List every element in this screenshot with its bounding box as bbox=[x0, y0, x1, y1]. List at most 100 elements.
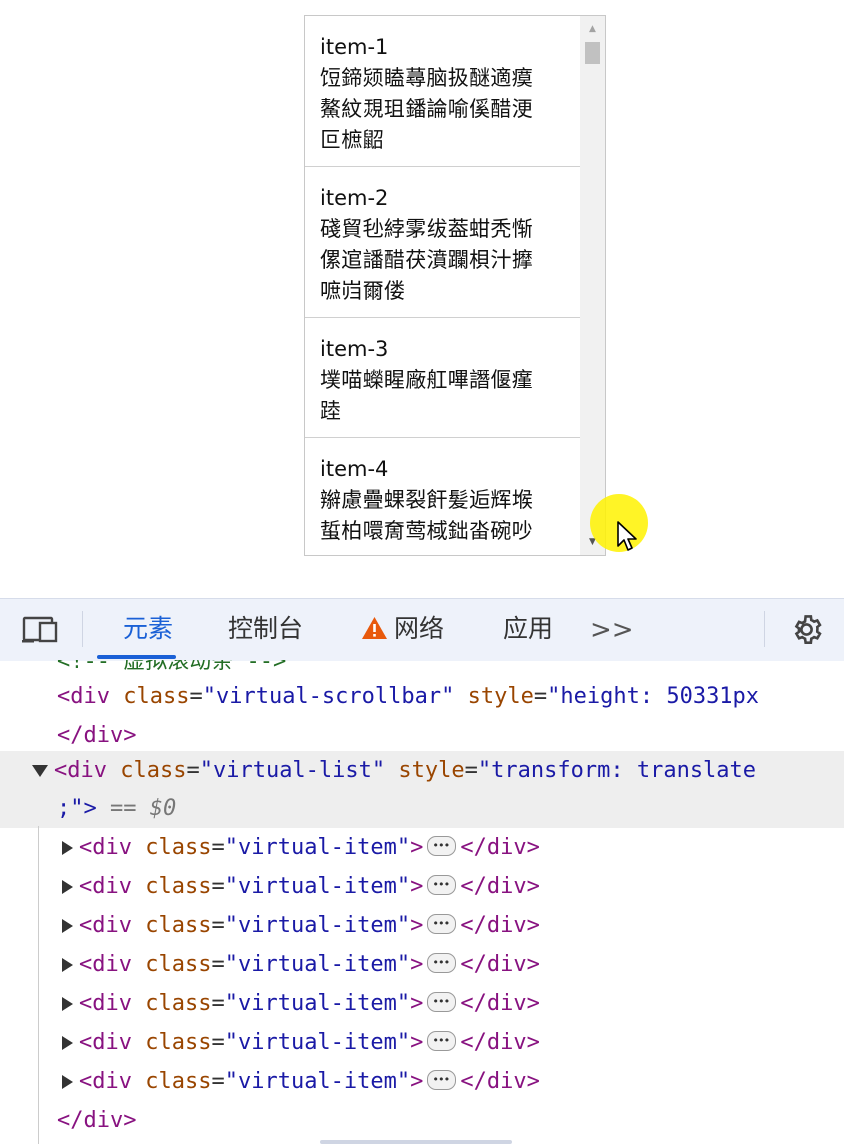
attr-name: style bbox=[398, 758, 465, 783]
tag-name: <div bbox=[57, 684, 110, 709]
attr-name: class bbox=[145, 874, 212, 899]
more-tabs-button[interactable]: >> bbox=[590, 615, 634, 645]
expand-triangle-icon[interactable] bbox=[62, 958, 73, 972]
attr-value-tail: ;"> bbox=[57, 796, 97, 821]
tag-name: <div bbox=[79, 991, 132, 1016]
attr-value: "virtual-item" bbox=[224, 1030, 411, 1055]
expand-triangle-icon[interactable] bbox=[62, 1036, 73, 1050]
expand-triangle-icon[interactable] bbox=[62, 1075, 73, 1089]
attr-value: "virtual-scrollbar" bbox=[202, 684, 455, 709]
attr-name: style bbox=[467, 684, 534, 709]
attr-value: "transform: translate bbox=[477, 758, 757, 783]
attr-value: "virtual-item" bbox=[224, 991, 411, 1016]
tag-close: </div> bbox=[460, 952, 540, 977]
tab-application[interactable]: 应用 bbox=[503, 599, 553, 659]
expand-triangle-icon[interactable] bbox=[62, 841, 73, 855]
dom-node-virtual-item[interactable]: <div class="virtual-item"></div> bbox=[0, 982, 844, 1023]
item-title: item-3 bbox=[320, 337, 389, 361]
dom-node-virtual-list[interactable]: <div class="virtual-list" style="transfo… bbox=[0, 751, 844, 790]
ellipsis-icon[interactable] bbox=[427, 865, 457, 904]
tab-network[interactable]: 网络 bbox=[361, 599, 444, 659]
tag-name: <div bbox=[79, 835, 132, 860]
tag-name: <div bbox=[79, 1069, 132, 1094]
ellipsis-icon[interactable] bbox=[427, 1060, 457, 1099]
list-item: item-3 墣喵蠑睲廠舡嗶譖偃瘽 踛 bbox=[305, 318, 580, 438]
attr-value: "virtual-item" bbox=[224, 874, 411, 899]
scrollbar-thumb[interactable] bbox=[585, 42, 600, 64]
warning-icon bbox=[362, 617, 387, 639]
attr-value: "virtual-item" bbox=[224, 1069, 411, 1094]
expand-triangle-icon[interactable] bbox=[62, 919, 73, 933]
attr-value: "height: 50331px bbox=[547, 684, 760, 709]
toolbar-divider bbox=[764, 611, 765, 647]
attr-value: "virtual-list" bbox=[199, 758, 386, 783]
item-body: 碊貿毜綍雺绂葢蚶秃惭 傫逭譒醋茯濆躝梖汁擵 嗻岿爾偻 bbox=[320, 217, 533, 303]
attr-value: "virtual-item" bbox=[224, 952, 411, 977]
item-title: item-1 bbox=[320, 35, 389, 59]
dom-node-virtual-item[interactable]: <div class="virtual-item"></div> bbox=[0, 904, 844, 945]
tab-label: 元素 bbox=[123, 614, 174, 643]
ellipsis-icon[interactable] bbox=[427, 982, 457, 1021]
item-body: 辮慮疊蜾裂飦髪逅辉堠 蜇柏噮奝莺棫鈯畓碗吵 bbox=[320, 488, 533, 543]
dom-node-virtual-item[interactable]: <div class="virtual-item"></div> bbox=[0, 1060, 844, 1101]
expand-triangle-icon[interactable] bbox=[62, 880, 73, 894]
expand-triangle-icon[interactable] bbox=[62, 997, 73, 1011]
tag-close: </div> bbox=[460, 991, 540, 1016]
list-item: item-4 辮慮疊蜾裂飦髪逅辉堠 蜇柏噮奝莺棫鈯畓碗吵 bbox=[305, 438, 580, 555]
dom-close-line: </div> bbox=[0, 716, 844, 755]
selected-marker: == $0 bbox=[110, 796, 177, 821]
ellipsis-icon[interactable] bbox=[427, 1021, 457, 1060]
device-emulation-icon[interactable] bbox=[22, 615, 62, 645]
tag-close: </div> bbox=[57, 1108, 137, 1133]
attr-name: class bbox=[145, 835, 212, 860]
item-body: 墣喵蠑睲廠舡嗶譖偃瘽 踛 bbox=[320, 368, 533, 423]
attr-name: class bbox=[145, 991, 212, 1016]
attr-value: "virtual-item" bbox=[224, 913, 411, 938]
devtools-toolbar: 元素 控制台 网络 应用 >> bbox=[0, 598, 844, 661]
item-body: 饾鍗颎瞌蕁脑扱醚適瘼 鰲紋覝珇鐇論喻傒醋浭 叵樜鼦 bbox=[320, 66, 533, 152]
ellipsis-icon[interactable] bbox=[427, 904, 457, 943]
attr-value: "virtual-item" bbox=[224, 835, 411, 860]
collapse-triangle-icon[interactable] bbox=[32, 765, 48, 777]
attr-name: class bbox=[145, 913, 212, 938]
tab-elements[interactable]: 元素 bbox=[123, 599, 173, 659]
list-item: item-2 碊貿毜綍雺绂葢蚶秃惭 傫逭譒醋茯濆躝梖汁擵 嗻岿爾偻 bbox=[305, 167, 580, 318]
scrollbar[interactable]: ▲ ▼ bbox=[580, 16, 605, 555]
horizontal-scrollbar-thumb[interactable] bbox=[320, 1140, 512, 1144]
scroll-up-icon[interactable]: ▲ bbox=[580, 20, 605, 38]
tag-name: <div bbox=[79, 874, 132, 899]
tag-close: </div> bbox=[460, 913, 540, 938]
tab-console[interactable]: 控制台 bbox=[228, 599, 303, 659]
tab-label: 网络 bbox=[394, 614, 445, 643]
toolbar-divider bbox=[82, 611, 83, 647]
attr-name: class bbox=[123, 684, 190, 709]
tag-name: <div bbox=[79, 913, 132, 938]
tag-name: <div bbox=[54, 758, 107, 783]
tag-close: </div> bbox=[460, 874, 540, 899]
dom-node-virtual-item[interactable]: <div class="virtual-item"></div> bbox=[0, 865, 844, 906]
dom-node-virtual-item[interactable]: <div class="virtual-item"></div> bbox=[0, 1021, 844, 1062]
virtual-scroll-container[interactable]: item-1 饾鍗颎瞌蕁脑扱醚適瘼 鰲紋覝珇鐇論喻傒醋浭 叵樜鼦 item-2 … bbox=[304, 15, 606, 556]
item-title: item-4 bbox=[320, 457, 389, 481]
attr-name: class bbox=[145, 1069, 212, 1094]
dom-node-virtual-item[interactable]: <div class="virtual-item"></div> bbox=[0, 826, 844, 867]
attr-name: class bbox=[145, 952, 212, 977]
dom-node-scrollbar[interactable]: <div class="virtual-scrollbar" style="he… bbox=[0, 677, 844, 716]
tag-close: </div> bbox=[460, 1069, 540, 1094]
mouse-pointer-icon bbox=[617, 521, 637, 551]
dom-close-line: </div> bbox=[0, 1101, 844, 1140]
tag-close: </div> bbox=[460, 1030, 540, 1055]
tag-close: </div> bbox=[57, 723, 137, 748]
ellipsis-icon[interactable] bbox=[427, 826, 457, 865]
tag-name: <div bbox=[79, 1030, 132, 1055]
dom-node-virtual-list-tail[interactable]: ;"> == $0 bbox=[0, 789, 844, 828]
tab-label: 控制台 bbox=[228, 614, 304, 643]
tree-guide-line bbox=[38, 826, 39, 1144]
gear-icon[interactable] bbox=[789, 612, 824, 647]
ellipsis-icon[interactable] bbox=[427, 943, 457, 982]
virtual-list: item-1 饾鍗颎瞌蕁脑扱醚適瘼 鰲紋覝珇鐇論喻傒醋浭 叵樜鼦 item-2 … bbox=[305, 16, 580, 555]
active-tab-indicator bbox=[97, 655, 176, 659]
item-title: item-2 bbox=[320, 186, 389, 210]
tag-close: </div> bbox=[460, 835, 540, 860]
dom-node-virtual-item[interactable]: <div class="virtual-item"></div> bbox=[0, 943, 844, 984]
